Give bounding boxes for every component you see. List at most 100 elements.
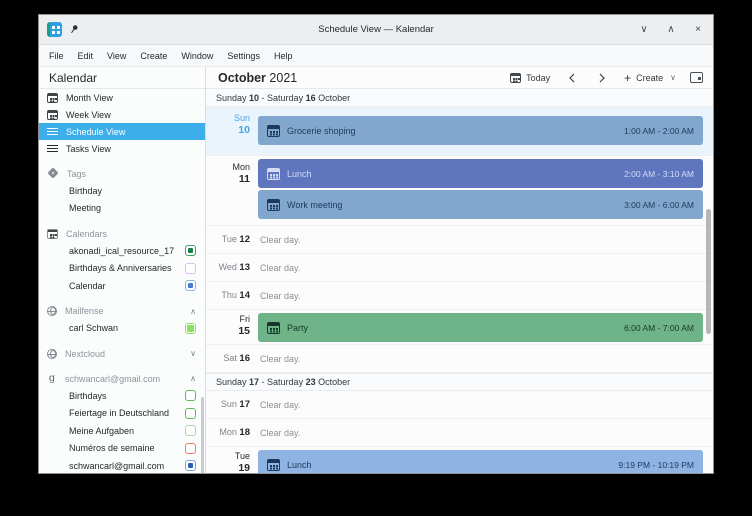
day-number: 17 [239, 399, 250, 410]
tag-item-birthday[interactable]: Birthday [39, 182, 205, 200]
today-button[interactable]: Today [506, 71, 554, 85]
day-row-thu-14[interactable]: Thu 14 Clear day. [206, 282, 713, 310]
day-row-sat-16[interactable]: Sat 16 Clear day. [206, 345, 713, 373]
calendar-item[interactable]: Birthdays & Anniversaries [39, 260, 205, 278]
calendar-item[interactable]: Meine Aufgaben [39, 422, 205, 440]
calendar-item[interactable]: carl Schwan [39, 320, 205, 338]
menu-settings[interactable]: Settings [220, 48, 267, 64]
day-row-mon-18[interactable]: Mon 18 Clear day. [206, 419, 713, 447]
sidebar-item-schedule-view[interactable]: Schedule View [39, 123, 205, 140]
day-number: 15 [238, 325, 250, 338]
calendar-checkbox[interactable] [185, 280, 196, 292]
calendar-item[interactable]: Numéros de semaine [39, 440, 205, 458]
day-row-wed-13[interactable]: Wed 13 Clear day. [206, 254, 713, 282]
calendars-section-header[interactable]: Calendars [39, 225, 205, 242]
calendar-label: carl Schwan [69, 323, 119, 334]
account-mailfense[interactable]: Mailfense ∧ [39, 303, 205, 320]
calendar-item[interactable]: Feiertage in Deutschland [39, 405, 205, 423]
create-button[interactable]: + Create ∨ [620, 69, 680, 87]
main-area: October 2021 Today + Create ∨ Sunday 10 … [206, 67, 713, 473]
next-button[interactable] [590, 71, 614, 85]
band-text: Sunday [216, 92, 250, 103]
tag-icon [47, 168, 59, 179]
band-text: - Saturday [259, 92, 306, 103]
sidebar: Kalendar Month View Week View Schedule V… [39, 67, 206, 473]
day-row-tue-19[interactable]: Tue 19 Lunch 9:19 PM - 10:19 PM [206, 447, 713, 473]
close-icon[interactable]: × [691, 23, 705, 37]
calendar-checkbox[interactable] [185, 262, 196, 274]
calendar-item[interactable]: akonadi_ical_resource_17 [39, 242, 205, 260]
day-row-fri-15[interactable]: Fri 15 Party 6:00 AM - 7:00 AM [206, 310, 713, 345]
event-party[interactable]: Party 6:00 AM - 7:00 AM [258, 313, 703, 342]
day-name: Sun [233, 113, 250, 123]
day-row-sun-17[interactable]: Sun 17 Clear day. [206, 391, 713, 419]
menu-help[interactable]: Help [267, 48, 300, 64]
day-row-mon-11[interactable]: Mon 11 Lunch 2:00 AM - 3:10 AM Work meet… [206, 156, 713, 226]
calendar-checkbox[interactable] [185, 390, 196, 402]
menu-create[interactable]: Create [133, 48, 174, 64]
menu-file[interactable]: File [42, 48, 71, 64]
today-label: Today [526, 72, 551, 83]
calendar-checkbox[interactable] [185, 425, 196, 437]
sidebar-item-tasks-view[interactable]: Tasks View [39, 140, 205, 157]
event-title: Work meeting [287, 199, 343, 210]
titlebar[interactable]: Schedule View — Kalendar ∨ ∧ × [39, 15, 713, 45]
sidebar-scrollbar[interactable] [201, 397, 204, 473]
day-number: 18 [239, 427, 250, 438]
globe-icon [47, 348, 57, 359]
day-label: Mon 11 [206, 156, 254, 225]
main-header: October 2021 Today + Create ∨ [206, 67, 713, 89]
day-number: 19 [238, 462, 250, 473]
week-header: Sunday 10 - Saturday 16 October [206, 89, 713, 107]
band-num: 10 [249, 92, 260, 103]
sidebar-item-month-view[interactable]: Month View [39, 89, 205, 106]
calendar-item[interactable]: Calendar [39, 277, 205, 295]
day-name: Sun [220, 399, 237, 409]
calendar-item[interactable]: schwancarl@gmail.com [39, 457, 205, 473]
schedule-scrollbar[interactable] [706, 209, 711, 334]
calendar-icon [47, 109, 58, 120]
account-nextcloud[interactable]: Nextcloud ∨ [39, 345, 205, 362]
calendar-label: schwancarl@gmail.com [69, 460, 165, 471]
expand-icon[interactable]: ∨ [190, 349, 196, 358]
calendar-item[interactable]: Birthdays [39, 387, 205, 405]
event-lunch[interactable]: Lunch 2:00 AM - 3:10 AM [258, 159, 703, 188]
create-label: Create [636, 72, 664, 83]
day-name: Tue [234, 451, 250, 461]
event-lunch-2[interactable]: Lunch 9:19 PM - 10:19 PM [258, 450, 703, 473]
event-grocerie-shoping[interactable]: Grocerie shoping 1:00 AM - 2:00 AM [258, 116, 703, 145]
day-row-tue-12[interactable]: Tue 12 Clear day. [206, 226, 713, 254]
google-icon: g [48, 372, 56, 384]
sidebar-item-week-view[interactable]: Week View [39, 106, 205, 123]
day-number: 16 [239, 353, 250, 364]
collapse-icon[interactable]: ∧ [190, 307, 196, 316]
menu-edit[interactable]: Edit [71, 48, 101, 64]
event-calendar-icon [267, 458, 280, 471]
day-row-sun-10[interactable]: Sun 10 Grocerie shoping 1:00 AM - 2:00 A… [206, 107, 713, 156]
tags-section-header[interactable]: Tags [39, 165, 205, 182]
toggle-panel-icon[interactable] [690, 72, 703, 83]
calendar-label: Calendar [69, 280, 106, 291]
minimize-icon[interactable]: ∨ [637, 23, 651, 37]
day-label: Sun 10 [206, 107, 254, 155]
event-time: 3:00 AM - 6:00 AM [624, 199, 694, 210]
calendar-checkbox[interactable] [185, 407, 196, 419]
calendar-checkbox[interactable] [185, 442, 196, 454]
account-gmail[interactable]: g schwancarl@gmail.com ∧ [39, 370, 205, 387]
calendar-checkbox[interactable] [185, 245, 196, 257]
menu-window[interactable]: Window [174, 48, 220, 64]
tag-item-meeting[interactable]: Meeting [39, 200, 205, 218]
event-time: 2:00 AM - 3:10 AM [624, 168, 694, 179]
maximize-icon[interactable]: ∧ [664, 23, 678, 37]
collapse-icon[interactable]: ∧ [190, 374, 196, 383]
previous-button[interactable] [560, 71, 584, 85]
page-title: October 2021 [218, 71, 297, 85]
sidebar-title: Kalendar [39, 67, 205, 89]
calendar-label: Numéros de semaine [69, 443, 155, 454]
event-work-meeting[interactable]: Work meeting 3:00 AM - 6:00 AM [258, 190, 703, 219]
calendar-checkbox[interactable] [185, 322, 196, 334]
list-icon [47, 144, 58, 154]
menu-view[interactable]: View [100, 48, 133, 64]
calendar-checkbox[interactable] [185, 460, 196, 472]
event-title: Lunch [287, 459, 312, 470]
